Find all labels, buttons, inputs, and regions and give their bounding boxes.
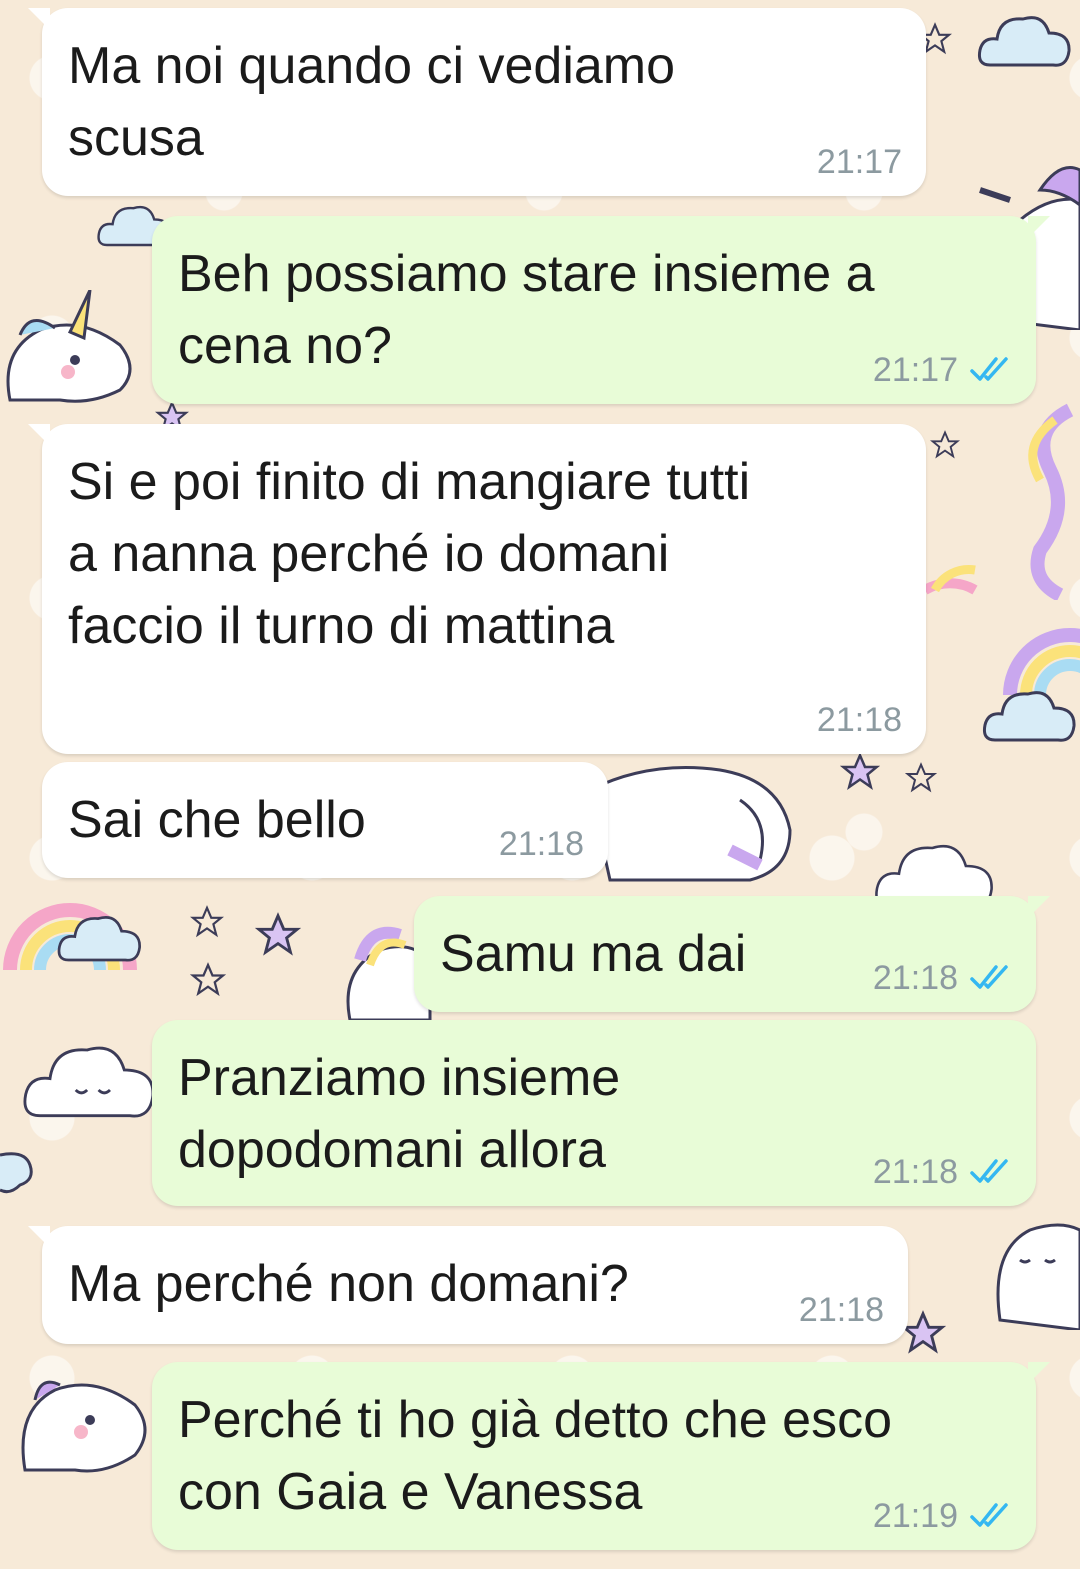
read-receipt-icon xyxy=(970,357,1008,381)
cloud-icon xyxy=(23,1046,155,1118)
unicorn-icon xyxy=(6,290,132,403)
cloud-icon xyxy=(978,16,1071,67)
star-icon xyxy=(190,905,224,938)
read-receipt-icon xyxy=(970,965,1008,989)
bubble-tail xyxy=(1028,216,1050,238)
message-time: 21:18 xyxy=(872,1153,958,1191)
cloud-icon xyxy=(0,1152,33,1194)
message-meta: 21:17 xyxy=(817,142,902,182)
message-time: 21:17 xyxy=(872,351,958,389)
message-bubble-outgoing[interactable]: Perché ti ho già detto che esco con Gaia… xyxy=(152,1362,1050,1550)
message-meta: 21:18 xyxy=(873,958,1012,998)
star-icon xyxy=(190,962,226,997)
star-icon xyxy=(930,430,960,459)
message-time: 21:18 xyxy=(816,701,902,739)
message-time: 21:18 xyxy=(872,959,958,997)
cloud-icon xyxy=(983,691,1076,742)
message-text: Si e poi finito di mangiare tutti a nann… xyxy=(68,453,751,655)
star-icon xyxy=(255,912,301,956)
message-bubble-incoming[interactable]: Ma perché non domani? 21:18 xyxy=(28,1226,908,1344)
message-meta: 21:18 xyxy=(799,1290,884,1330)
unicorn-icon xyxy=(996,1223,1080,1330)
cloud-icon xyxy=(57,916,141,962)
read-receipt-icon xyxy=(970,1503,1008,1527)
bubble-tail xyxy=(28,1226,50,1248)
message-text: Ma perché non domani? xyxy=(68,1255,629,1313)
read-receipt-icon xyxy=(970,1159,1008,1183)
message-time: 21:18 xyxy=(498,825,584,863)
message-time: 21:18 xyxy=(798,1291,884,1329)
message-meta: 21:17 xyxy=(873,350,1012,390)
star-icon xyxy=(905,762,937,793)
message-time: 21:19 xyxy=(872,1497,958,1535)
rainbow-icon xyxy=(922,565,978,595)
message-meta: 21:18 xyxy=(499,824,584,864)
message-meta: 21:19 xyxy=(873,1496,1012,1536)
unicorn-icon xyxy=(1028,403,1074,600)
message-meta: 21:18 xyxy=(817,700,902,740)
message-time: 21:17 xyxy=(816,143,902,181)
message-bubble-incoming[interactable]: Si e poi finito di mangiare tutti a nann… xyxy=(28,424,926,754)
message-text: Ma noi quando ci vediamo scusa xyxy=(68,37,676,167)
message-bubble-incoming[interactable]: Ma noi quando ci vediamo scusa 21:17 xyxy=(28,8,926,196)
message-bubble-outgoing[interactable]: Samu ma dai 21:18 xyxy=(414,896,1050,1012)
message-bubble-outgoing[interactable]: Pranziamo insieme dopodomani allora 21:1… xyxy=(152,1020,1036,1206)
message-meta: 21:18 xyxy=(873,1152,1012,1192)
bubble-tail xyxy=(28,424,50,446)
bubble-tail xyxy=(1028,1362,1050,1384)
unicorn-icon xyxy=(21,1380,147,1473)
message-bubble-outgoing[interactable]: Beh possiamo stare insieme a cena no? 21… xyxy=(152,216,1050,404)
bubble-tail xyxy=(1028,896,1050,918)
bubble-tail xyxy=(28,8,50,30)
unicorn-icon xyxy=(590,766,792,882)
message-bubble-incoming[interactable]: Sai che bello 21:18 xyxy=(42,762,608,878)
star-icon xyxy=(840,752,880,790)
